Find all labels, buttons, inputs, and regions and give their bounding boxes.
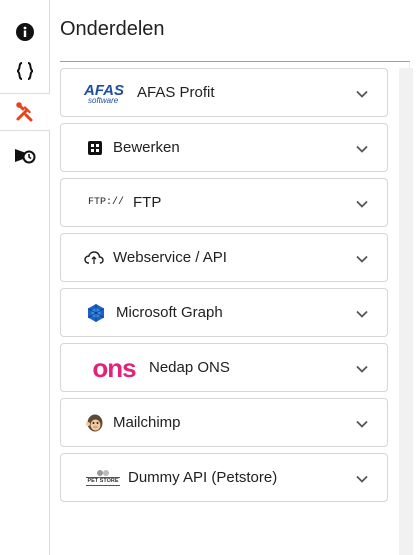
chevron-down-icon[interactable] xyxy=(355,472,369,486)
cloud-sync-icon xyxy=(83,234,105,281)
chevron-down-icon[interactable] xyxy=(355,87,369,101)
svg-text:software: software xyxy=(88,96,119,105)
ons-logo-icon: ons xyxy=(92,352,136,383)
list-item-label: Dummy API (Petstore) xyxy=(128,469,278,486)
rail-tab-scheduler[interactable] xyxy=(0,136,50,174)
petstore-logo-icon: PET STORE xyxy=(85,454,121,501)
list-item-label: Nedap ONS xyxy=(149,359,230,376)
list-item-label: AFAS Profit xyxy=(137,84,215,101)
list-item-label: Bewerken xyxy=(113,139,180,156)
list-item-label: Mailchimp xyxy=(113,414,181,431)
components-panel: Onderdelen AFAS software AFAS Profit Bew… xyxy=(50,0,420,555)
grid-box-icon xyxy=(85,124,105,171)
ftp-icon: FTP:// xyxy=(88,197,125,208)
list-item-label: Webservice / API xyxy=(113,249,227,266)
list-item-webservice-api[interactable]: Webservice / API xyxy=(60,233,388,282)
chevron-down-icon[interactable] xyxy=(355,417,369,431)
list-item-ftp[interactable]: FTP:// FTP xyxy=(60,178,388,227)
list-item-bewerken[interactable]: Bewerken xyxy=(60,123,388,172)
list-item-afas-profit[interactable]: AFAS software AFAS Profit xyxy=(60,68,388,117)
list-item-dummy-api-petstore[interactable]: PET STORE Dummy API (Petstore) xyxy=(60,453,388,502)
list-item-nedap-ons[interactable]: ons Nedap ONS xyxy=(60,343,388,392)
list-item-mailchimp[interactable]: Mailchimp xyxy=(60,398,388,447)
panel-title: Onderdelen xyxy=(60,18,165,40)
rail-tab-tools[interactable] xyxy=(0,93,51,131)
afas-logo-icon: AFAS software xyxy=(83,69,129,116)
list-item-label: FTP xyxy=(133,194,162,211)
side-rail xyxy=(0,0,51,555)
rail-tab-code[interactable] xyxy=(0,52,50,90)
chevron-down-icon[interactable] xyxy=(355,197,369,211)
mailchimp-icon xyxy=(84,399,106,446)
tools-icon xyxy=(16,102,33,122)
info-icon xyxy=(16,23,34,41)
list-item-microsoft-graph[interactable]: Microsoft Graph xyxy=(60,288,388,337)
chevron-down-icon[interactable] xyxy=(355,307,369,321)
scheduler-icon xyxy=(15,149,36,164)
panel-header: Onderdelen xyxy=(60,0,410,62)
chevron-down-icon[interactable] xyxy=(355,362,369,376)
chevron-down-icon[interactable] xyxy=(355,252,369,266)
code-braces-icon xyxy=(16,62,34,80)
rail-tab-info[interactable] xyxy=(0,13,50,51)
scrollbar[interactable] xyxy=(399,68,413,555)
microsoft-graph-icon xyxy=(85,289,107,336)
chevron-down-icon[interactable] xyxy=(355,142,369,156)
list-item-label: Microsoft Graph xyxy=(116,304,223,321)
